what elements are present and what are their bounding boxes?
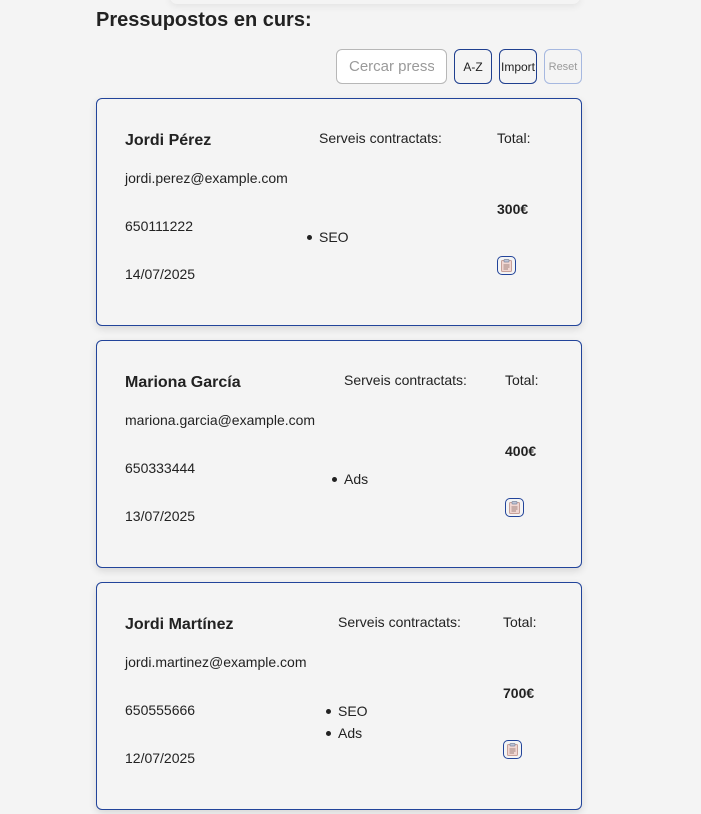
total-label: Total: — [505, 372, 539, 388]
sort-import-button[interactable]: Import — [499, 49, 537, 84]
total-label: Total: — [497, 130, 531, 146]
budget-card: Mariona García mariona.garcia@example.co… — [96, 340, 582, 568]
toolbar: A-Z Import Reset — [336, 49, 582, 84]
budget-date: 12/07/2025 — [125, 750, 196, 766]
budget-date: 13/07/2025 — [125, 508, 196, 524]
client-name: Jordi Martínez — [125, 616, 234, 633]
total-amount: 700€ — [503, 685, 535, 701]
total-amount: 400€ — [505, 443, 537, 459]
client-phone: 650333444 — [125, 460, 196, 476]
copy-budget-button[interactable] — [505, 498, 524, 517]
clipboard-icon — [501, 259, 512, 272]
clipboard-icon — [509, 501, 520, 514]
clipboard-icon — [507, 743, 518, 756]
client-name: Jordi Pérez — [125, 132, 212, 149]
reset-button[interactable]: Reset — [544, 49, 582, 84]
client-email: jordi.martinez@example.com — [125, 654, 307, 670]
service-item: Ads — [326, 722, 368, 744]
sort-az-button[interactable]: A-Z — [454, 49, 492, 84]
services-list: SEO Ads — [326, 700, 368, 744]
client-phone: 650111222 — [125, 218, 193, 234]
services-title: Serveis contractats: — [338, 614, 461, 630]
services-title: Serveis contractats: — [344, 372, 467, 388]
client-email: mariona.garcia@example.com — [125, 412, 316, 428]
page-title: Pressupostos en curs: — [96, 9, 312, 31]
client-phone: 650555666 — [125, 702, 196, 718]
budget-date: 14/07/2025 — [125, 266, 196, 282]
client-email: jordi.perez@example.com — [125, 170, 288, 186]
top-panel-edge — [170, 0, 580, 4]
budget-card: Jordi Martínez jordi.martinez@example.co… — [96, 582, 582, 810]
client-name: Mariona García — [125, 374, 241, 391]
services-title: Serveis contractats: — [319, 130, 442, 146]
search-input[interactable] — [336, 49, 447, 84]
total-amount: 300€ — [497, 201, 529, 217]
service-item: SEO — [326, 700, 368, 722]
services-list: Ads — [332, 468, 368, 490]
copy-budget-button[interactable] — [497, 256, 516, 275]
budget-card: Jordi Pérez jordi.perez@example.com 6501… — [96, 98, 582, 326]
services-list: SEO — [307, 226, 349, 248]
copy-budget-button[interactable] — [503, 740, 522, 759]
service-item: SEO — [307, 226, 349, 248]
total-label: Total: — [503, 614, 537, 630]
service-item: Ads — [332, 468, 368, 490]
